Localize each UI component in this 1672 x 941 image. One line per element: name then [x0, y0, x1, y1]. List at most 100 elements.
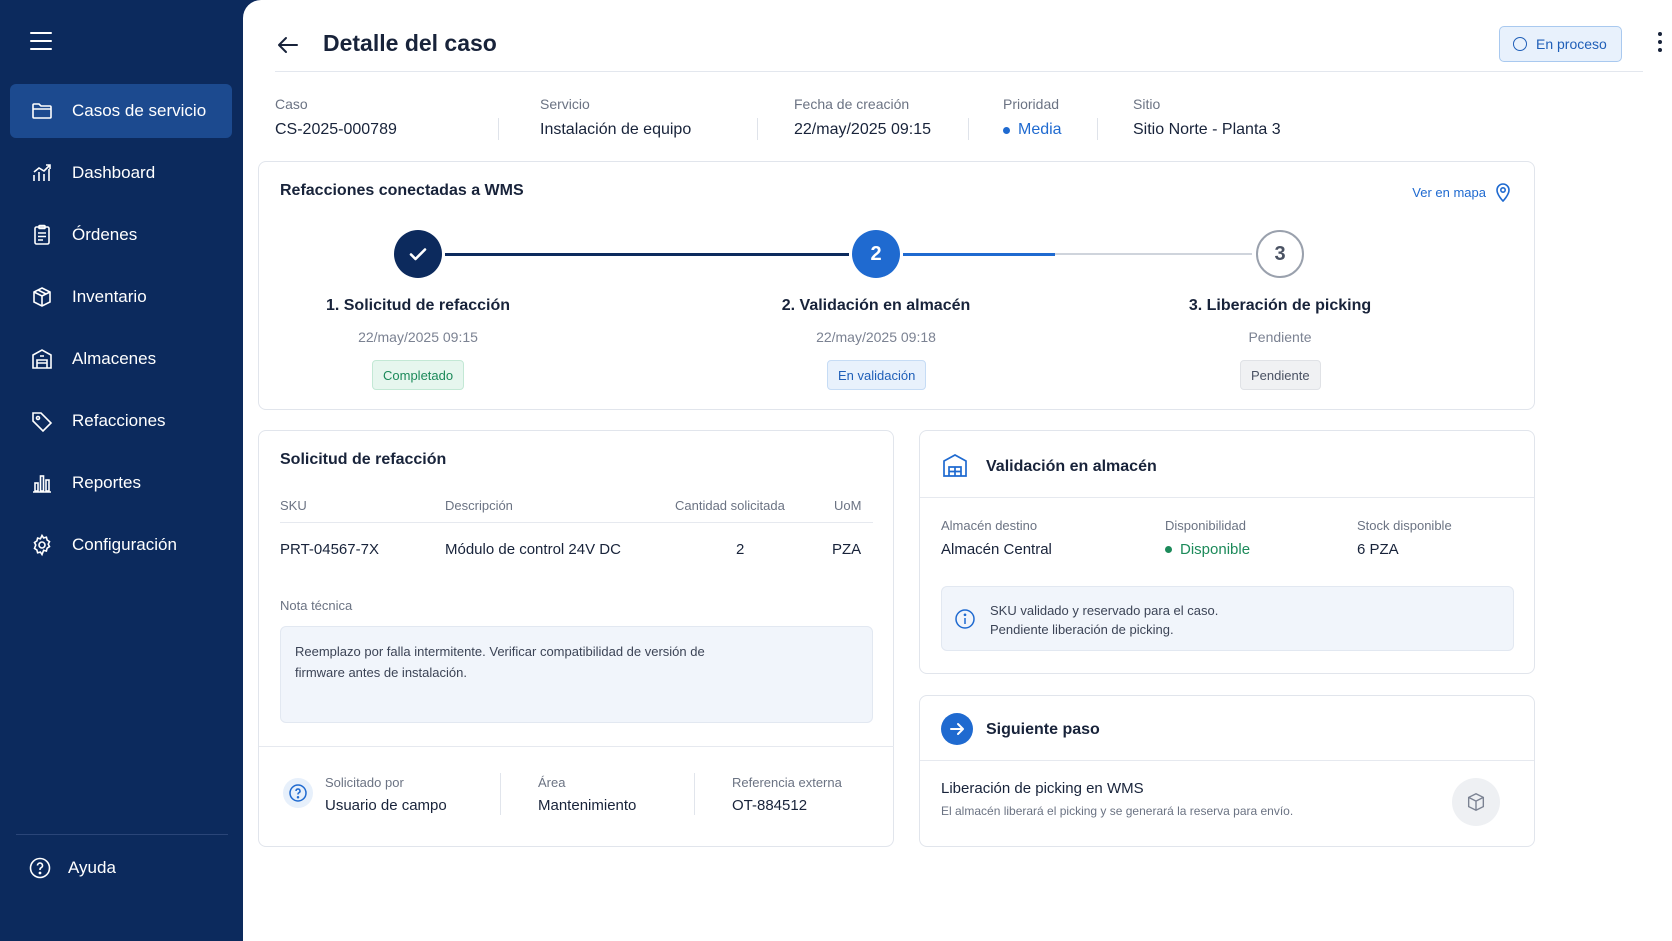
chart-icon — [33, 164, 51, 181]
sidebar: Casos de servicio Dashboard Órdenes Inve… — [0, 0, 245, 941]
step-1-title: 1. Solicitud de refacción — [325, 297, 511, 314]
status-ring-icon — [1513, 37, 1527, 51]
meta-label: Fecha de creación — [794, 96, 910, 112]
help-icon — [29, 857, 51, 879]
status-label: En proceso — [1536, 36, 1607, 52]
step-1-date: 22/may/2025 09:15 — [358, 329, 478, 345]
more-options-icon[interactable] — [1655, 32, 1665, 54]
availability-text: Disponible — [1180, 541, 1251, 558]
ext-ref-value: OT-884512 — [732, 797, 808, 814]
info-line-1: SKU validado y reservado para el caso. — [990, 603, 1219, 618]
info-line-2: Pendiente liberación de picking. — [990, 622, 1174, 637]
page-title: Detalle del caso — [323, 30, 497, 56]
progress-line-active — [903, 253, 1055, 256]
table-divider — [280, 522, 873, 523]
tag-icon — [32, 412, 53, 433]
priority-dot-icon — [1003, 126, 1010, 134]
meta-label: Caso — [275, 96, 308, 112]
help-link[interactable]: Ayuda — [28, 856, 116, 880]
sidebar-item-almacenes[interactable]: Almacenes — [10, 332, 232, 386]
row-qty: 2 — [736, 541, 745, 558]
availability-value: Disponible — [1165, 541, 1250, 558]
step-1-check-icon — [394, 230, 442, 278]
meta-priority: Prioridad Media — [1003, 96, 1062, 146]
gear-icon — [33, 533, 51, 557]
menu-icon[interactable] — [30, 32, 52, 50]
sidebar-item-casos-de-servicio[interactable]: Casos de servicio — [10, 84, 232, 138]
row-sku: PRT-04567-7X — [280, 541, 379, 558]
site-value: Sitio Norte - Planta 3 — [1133, 121, 1281, 138]
area-label: Área — [538, 775, 566, 790]
request-card: Solicitud de refacción SKU Descripción C… — [258, 430, 894, 847]
help-label: Ayuda — [68, 858, 116, 877]
sidebar-item-label: Refacciones — [72, 411, 166, 430]
step-3-date: Pendiente — [1248, 329, 1312, 345]
progress-line-completed — [445, 253, 849, 256]
sidebar-item-label: Almacenes — [72, 349, 157, 368]
divider — [1097, 118, 1098, 140]
back-arrow-icon[interactable] — [275, 32, 301, 58]
clipboard-icon — [34, 224, 50, 245]
sidebar-item-label: Casos de servicio — [72, 101, 207, 120]
row-uom: PZA — [832, 541, 862, 558]
card-title: Validación en almacén — [986, 458, 1157, 475]
sidebar-item-label: Configuración — [72, 535, 177, 554]
sidebar-item-refacciones[interactable]: Refacciones — [10, 394, 232, 448]
card-header-divider — [920, 760, 1534, 761]
priority-text: Media — [1018, 121, 1062, 138]
step-3-badge: Pendiente — [1240, 360, 1321, 390]
dest-label: Almacén destino — [941, 518, 1038, 533]
map-link-label: Ver en mapa — [1412, 184, 1486, 200]
step-2-badge: En validación — [827, 360, 927, 390]
sidebar-item-dashboard[interactable]: Dashboard — [10, 146, 232, 200]
case-number: CS-2025-000789 — [275, 121, 397, 138]
card-title: Refacciones conectadas a WMS — [280, 182, 524, 199]
info-text: SKU validado y reservado para el caso. P… — [990, 601, 1218, 639]
step-2-circle: 2 — [852, 230, 900, 278]
row-description: Módulo de control 24V DC — [445, 541, 621, 558]
note-label: Nota técnica — [280, 598, 353, 613]
created-date: 22/may/2025 09:15 — [794, 121, 931, 138]
meta-label: Prioridad — [1003, 96, 1060, 112]
divider — [498, 118, 499, 140]
warehouse-icon — [943, 454, 967, 477]
card-title: Solicitud de refacción — [280, 451, 447, 468]
priority-value: Media — [1003, 121, 1062, 139]
sidebar-item-inventario[interactable]: Inventario — [10, 270, 232, 324]
card-footer-divider — [259, 746, 894, 747]
sidebar-item-reportes[interactable]: Reportes — [10, 456, 232, 510]
view-map-link[interactable]: Ver en mapa — [1412, 182, 1512, 202]
page-header: Detalle del caso En proceso — [275, 24, 1662, 72]
service-value: Instalación de equipo — [540, 121, 692, 138]
package-icon — [1452, 778, 1500, 826]
sidebar-item-label: Reportes — [72, 473, 141, 492]
status-badge[interactable]: En proceso — [1499, 26, 1622, 62]
help-icon — [283, 778, 313, 808]
requested-by-label: Solicitado por — [325, 775, 404, 790]
map-pin-icon — [1496, 183, 1510, 202]
divider — [694, 773, 695, 815]
divider — [500, 773, 501, 815]
meta-label: Servicio — [540, 96, 590, 112]
sidebar-item-ordenes[interactable]: Órdenes — [10, 208, 232, 262]
meta-service: Servicio Instalación de equipo — [540, 96, 691, 146]
availability-label: Disponibilidad — [1165, 518, 1246, 533]
step-2-date: 22/may/2025 09:18 — [816, 329, 936, 345]
next-step-card: Siguiente paso Liberación de picking en … — [919, 695, 1535, 847]
sidebar-item-label: Órdenes — [72, 225, 138, 244]
card-header-divider — [920, 497, 1534, 498]
box-icon — [33, 287, 51, 307]
requested-by-value: Usuario de campo — [325, 797, 447, 814]
sidebar-item-label: Inventario — [72, 287, 147, 306]
technical-note: Reemplazo por falla intermitente. Verifi… — [280, 626, 873, 723]
area-value: Mantenimiento — [538, 797, 637, 814]
arrow-right-icon — [941, 713, 973, 745]
sidebar-item-configuracion[interactable]: Configuración — [10, 518, 232, 572]
available-dot-icon — [1165, 546, 1172, 553]
step-3-title: 3. Liberación de picking — [1188, 297, 1372, 314]
card-title: Siguiente paso — [986, 721, 1100, 738]
meta-case: Caso CS-2025-000789 — [275, 96, 397, 146]
step-1-badge: Completado — [372, 360, 465, 390]
meta-label: Sitio — [1133, 96, 1161, 112]
col-header-uom: UoM — [834, 498, 862, 513]
